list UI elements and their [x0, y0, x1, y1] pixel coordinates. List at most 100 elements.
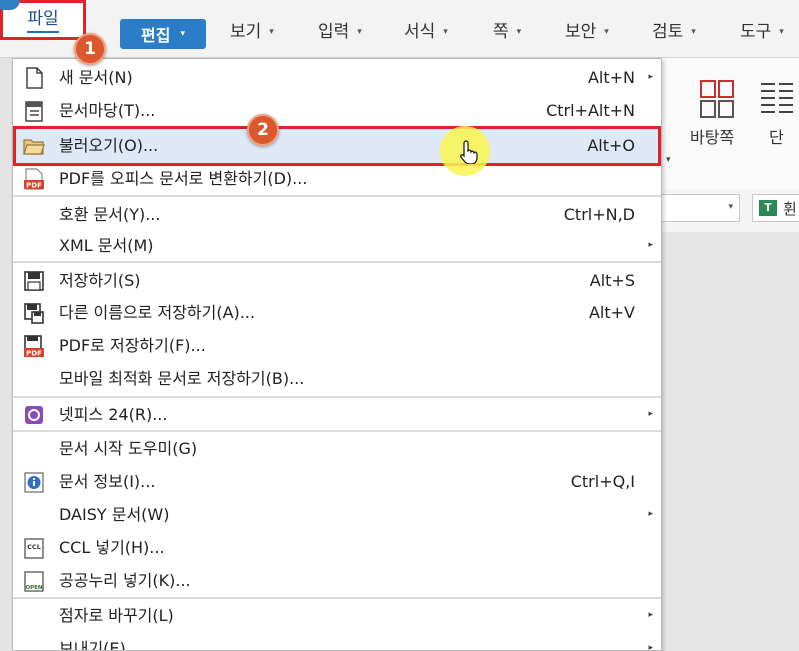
menu-item-braille[interactable]: 점자로 바꾸기(L) ▸: [13, 599, 661, 632]
kogl-text: OPEN: [25, 585, 42, 591]
menu-item-label: 넷피스 24(R)...: [59, 405, 168, 424]
menu-format-label: 서식: [404, 22, 436, 42]
menu-item-shortcut: Alt+N: [587, 68, 635, 87]
menu-item-label: 보내기(E): [59, 639, 126, 651]
menu-item-new-document[interactable]: 새 문서(N) Alt+N ▸: [13, 61, 661, 94]
menu-item-label: 문서 시작 도우미(G): [59, 439, 198, 458]
chevron-down-icon[interactable]: ▾: [666, 155, 671, 165]
kogl-icon: OPEN: [24, 571, 44, 592]
menu-bar: 파일 편집 ▾ 보기 ▾ 입력 ▾ 서식 ▾ 쪽 ▾ 보안 ▾ 검토 ▾ 도구 …: [0, 0, 799, 58]
menu-separator: [13, 195, 661, 197]
chevron-down-icon: ▾: [604, 27, 609, 37]
step-badge-1: 1: [74, 33, 106, 65]
submenu-arrow-icon: ▸: [648, 240, 653, 250]
menu-view-label: 보기: [230, 22, 262, 42]
menu-item-pdf-convert[interactable]: PDF PDF를 오피스 문서로 변환하기(D)...: [13, 162, 661, 195]
menu-view[interactable]: 보기 ▾: [230, 14, 274, 50]
menu-item-save-as[interactable]: 다른 이름으로 저장하기(A)... Alt+V: [13, 296, 661, 329]
pdf-convert-icon: PDF: [24, 168, 44, 190]
menu-item-label: PDF를 오피스 문서로 변환하기(D)...: [59, 169, 308, 188]
submenu-arrow-icon: ▸: [648, 610, 653, 620]
pdf-badge-text: PDF: [26, 182, 42, 190]
hand-cursor-icon: [460, 140, 478, 164]
menu-edit-label: 편집: [141, 26, 171, 45]
columns-icon[interactable]: [760, 80, 794, 118]
menu-item-label: 다른 이름으로 저장하기(A)...: [59, 303, 256, 322]
menu-item-start-assistant[interactable]: 문서 시작 도우미(G): [13, 432, 661, 465]
menu-item-save[interactable]: 저장하기(S) Alt+S: [13, 264, 661, 297]
save-icon: [24, 271, 44, 291]
submenu-arrow-icon: ▸: [648, 643, 653, 651]
chevron-down-icon: ▾: [357, 27, 362, 37]
chevron-down-icon: ▾: [691, 27, 696, 37]
menu-item-templates[interactable]: 문서마당(T)... Ctrl+Alt+N: [13, 94, 661, 127]
chevron-down-icon: ▾: [516, 27, 522, 37]
menu-item-label: 문서마당(T)...: [59, 101, 156, 120]
menu-item-label: 모바일 최적화 문서로 저장하기(B)...: [59, 369, 305, 388]
menu-item-label: 점자로 바꾸기(L): [59, 606, 174, 625]
menu-format[interactable]: 서식 ▾: [404, 14, 448, 50]
chevron-down-icon: ▾: [180, 29, 185, 39]
file-menu-dropdown: 새 문서(N) Alt+N ▸ 문서마당(T)... Ctrl+Alt+N 불러…: [12, 58, 662, 651]
menu-item-label: 새 문서(N): [59, 68, 133, 87]
ccl-text: CCL: [27, 543, 41, 551]
document-area: [660, 232, 799, 651]
left-ruler: [0, 58, 12, 651]
menu-item-shortcut: Alt+V: [588, 303, 635, 322]
menu-item-save-mobile[interactable]: 모바일 최적화 문서로 저장하기(B)...: [13, 362, 661, 395]
menu-item-save-pdf[interactable]: PDF PDF로 저장하기(F)...: [13, 329, 661, 362]
menu-item-daisy-document[interactable]: DAISY 문서(W) ▸: [13, 498, 661, 531]
save-as-icon: [24, 303, 44, 324]
menu-item-netffice[interactable]: 넷피스 24(R)... ▸: [13, 398, 661, 431]
master-page-label: 바탕쪽: [690, 128, 735, 147]
menu-item-label: PDF로 저장하기(F)...: [59, 336, 206, 355]
menu-item-label: DAISY 문서(W): [59, 505, 170, 524]
menu-edit[interactable]: 편집 ▾: [120, 19, 206, 49]
menu-tools[interactable]: 도구 ▾: [740, 14, 784, 50]
menu-review-label: 검토: [652, 22, 684, 42]
highlight-frame: [13, 126, 661, 166]
step-badge-2: 2: [247, 114, 279, 146]
menu-security-label: 보안: [565, 22, 597, 42]
menu-item-label: CCL 넣기(H)...: [59, 538, 165, 557]
font-select[interactable]: T 휜: [752, 194, 799, 222]
menu-item-insert-kogl[interactable]: OPEN 공공누리 넣기(K)...: [13, 564, 661, 597]
menu-item-document-info[interactable]: 문서 정보(I)... Ctrl+Q,I: [13, 465, 661, 498]
font-name-preview: 휜: [783, 199, 797, 218]
menu-item-label: XML 문서(M): [59, 236, 154, 255]
menu-review[interactable]: 검토 ▾: [652, 14, 696, 50]
menu-insert[interactable]: 입력 ▾: [318, 14, 362, 50]
info-icon: [24, 472, 44, 493]
menu-item-send[interactable]: 보내기(E) ▸: [13, 632, 661, 651]
master-page-icon[interactable]: [700, 80, 734, 118]
menu-security[interactable]: 보안 ▾: [565, 14, 609, 50]
menu-tools-label: 도구: [740, 22, 772, 42]
menu-separator: [13, 261, 661, 263]
menu-item-compat-document[interactable]: 호환 문서(Y)... Ctrl+N,D: [13, 198, 661, 231]
new-document-icon: [26, 67, 43, 89]
template-icon: [25, 101, 43, 122]
menu-item-shortcut: Alt+S: [589, 271, 635, 290]
menu-file-label: 파일: [27, 7, 59, 33]
menu-item-label: 저장하기(S): [59, 271, 141, 290]
menu-item-shortcut: Ctrl+Q,I: [570, 472, 635, 491]
menu-item-shortcut: Ctrl+Alt+N: [546, 101, 635, 120]
menu-item-label: 호환 문서(Y)...: [59, 205, 161, 224]
chevron-down-icon: ▾: [779, 27, 784, 37]
menu-page-label: 쪽: [493, 22, 509, 42]
netffice-icon: [25, 406, 43, 424]
menu-item-shortcut: Ctrl+N,D: [563, 205, 635, 224]
menu-item-label: 문서 정보(I)...: [59, 472, 156, 491]
style-select[interactable]: ▾: [660, 194, 740, 222]
chevron-down-icon: ▾: [728, 202, 733, 212]
submenu-arrow-icon: ▸: [648, 409, 653, 419]
columns-label: 단: [769, 128, 784, 147]
menu-item-label: 공공누리 넣기(K)...: [59, 571, 191, 590]
menu-item-xml-document[interactable]: XML 문서(M) ▸: [13, 229, 661, 262]
menu-page[interactable]: 쪽 ▾: [493, 14, 521, 50]
menu-insert-label: 입력: [318, 22, 350, 42]
menu-item-insert-ccl[interactable]: CCL CCL 넣기(H)...: [13, 531, 661, 564]
save-pdf-icon: PDF: [24, 335, 44, 358]
pdf-badge-text: PDF: [26, 350, 42, 358]
submenu-arrow-icon: ▸: [648, 72, 653, 82]
